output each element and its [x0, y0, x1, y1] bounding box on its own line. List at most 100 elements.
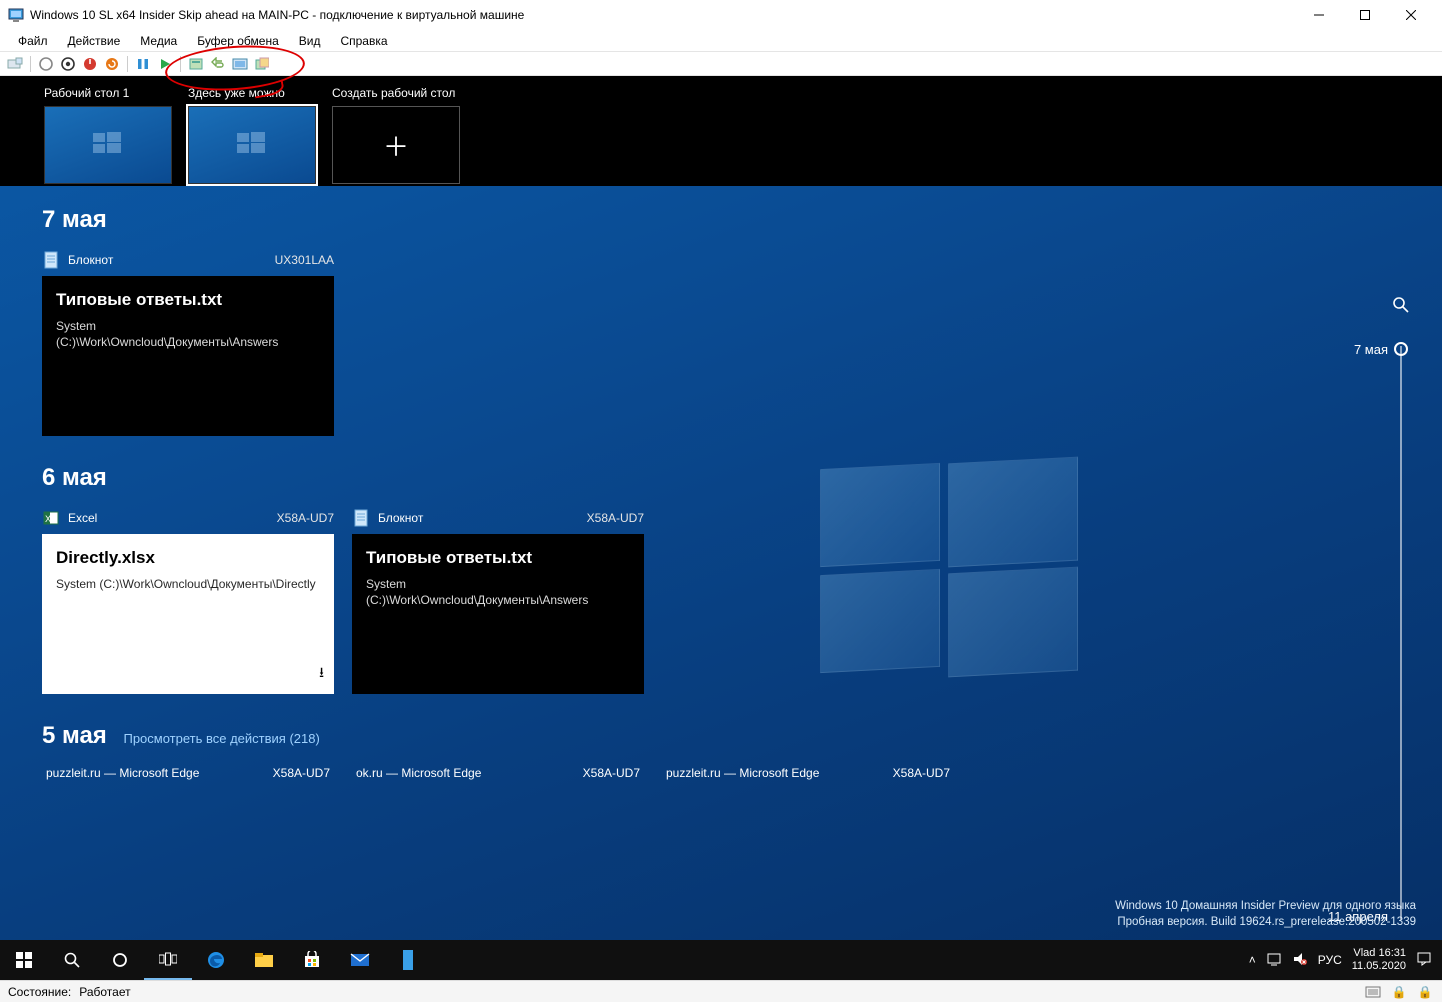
guest-display: Рабочий стол 1 Здесь уже можно Создать р…: [0, 76, 1442, 980]
activity-app: Excel: [68, 511, 269, 525]
svg-text:X: X: [45, 514, 51, 524]
task-view-button[interactable]: [144, 940, 192, 980]
close-button[interactable]: [1388, 0, 1434, 30]
activity-small[interactable]: ok.ru — Microsoft Edge X58A-UD7: [352, 764, 644, 782]
app-icon[interactable]: [384, 940, 432, 980]
menu-action[interactable]: Действие: [58, 32, 131, 50]
activity-small-pc: X58A-UD7: [583, 766, 640, 780]
host-titlebar: Windows 10 SL x64 Insider Skip ahead на …: [0, 0, 1442, 30]
activity-path: System (C:)\Work\Owncloud\Документы\Answ…: [56, 318, 320, 350]
tray-clock[interactable]: Vlad 16:31 11.05.2020: [1352, 947, 1406, 972]
tray-volume-icon[interactable]: [1292, 952, 1308, 969]
tray-language[interactable]: РУС: [1318, 953, 1342, 967]
status-lock-icon: 🔒: [1390, 984, 1408, 1000]
activity-title: Типовые ответы.txt: [366, 548, 630, 568]
activity-card[interactable]: X Excel X58A-UD7 Directly.xlsx System (C…: [42, 506, 334, 694]
plus-icon: ＋: [383, 127, 409, 164]
start-icon[interactable]: [156, 55, 174, 73]
activity-pc: UX301LAA: [275, 253, 334, 267]
virtual-desktop-1[interactable]: Рабочий стол 1: [44, 86, 172, 184]
store-icon[interactable]: [288, 940, 336, 980]
timeline-more-date: 5 мая: [42, 722, 107, 749]
activity-small-name: ok.ru — Microsoft Edge: [356, 766, 575, 780]
new-desktop-button[interactable]: Создать рабочий стол ＋: [332, 86, 460, 184]
menu-media[interactable]: Медиа: [130, 32, 187, 50]
download-icon[interactable]: ⭳: [319, 662, 324, 686]
excel-icon: X: [42, 509, 60, 527]
revert-icon[interactable]: [209, 55, 227, 73]
vm-icon: [8, 7, 24, 23]
activity-small-name: puzzleit.ru — Microsoft Edge: [46, 766, 265, 780]
desktop-label: Рабочий стол 1: [44, 86, 172, 100]
taskbar: ˄ РУС Vlad 16:31 11.05.2020: [0, 940, 1442, 980]
menu-clipboard[interactable]: Буфер обмена: [187, 32, 289, 50]
activity-small[interactable]: puzzleit.ru — Microsoft Edge X58A-UD7: [42, 764, 334, 782]
timeline-heading: 5 мая Просмотреть все действия (218): [42, 722, 1282, 750]
host-statusbar: Состояние: Работает 🔒 🔒: [0, 980, 1442, 1002]
see-all-activities-link[interactable]: Просмотреть все действия (218): [123, 731, 319, 746]
action-center-icon[interactable]: [1416, 951, 1432, 970]
maximize-button[interactable]: [1342, 0, 1388, 30]
system-tray: ˄ РУС Vlad 16:31 11.05.2020: [1239, 947, 1442, 972]
host-window-title: Windows 10 SL x64 Insider Skip ahead на …: [30, 8, 1296, 22]
activity-app: Блокнот: [378, 511, 579, 525]
tray-network-icon[interactable]: [1266, 952, 1282, 969]
clock-time: Vlad 16:31: [1352, 947, 1406, 960]
desktop-label: Здесь уже можно: [188, 86, 316, 100]
start-button[interactable]: [0, 940, 48, 980]
file-explorer-icon[interactable]: [240, 940, 288, 980]
timeline-heading: 7 мая: [42, 206, 1282, 234]
host-toolbar: [0, 52, 1442, 76]
host-menubar: Файл Действие Медиа Буфер обмена Вид Спр…: [0, 30, 1442, 52]
activity-title: Типовые ответы.txt: [56, 290, 320, 310]
search-button[interactable]: [48, 940, 96, 980]
scrubber-top-label: 7 мая: [1354, 342, 1388, 357]
search-icon[interactable]: [1382, 286, 1420, 324]
edge-icon[interactable]: [192, 940, 240, 980]
status-lock2-icon: 🔒: [1416, 984, 1434, 1000]
reset-icon[interactable]: [103, 55, 121, 73]
activity-small[interactable]: puzzleit.ru — Microsoft Edge X58A-UD7: [662, 764, 954, 782]
new-desktop-label: Создать рабочий стол: [332, 86, 460, 100]
virtual-desktops-strip: Рабочий стол 1 Здесь уже можно Создать р…: [0, 76, 1442, 186]
watermark-line2: Пробная версия. Build 19624.rs_prereleas…: [1115, 914, 1416, 930]
start-grey-icon[interactable]: [37, 55, 55, 73]
activity-title: Directly.xlsx: [56, 548, 320, 568]
activity-small-name: puzzleit.ru — Microsoft Edge: [666, 766, 885, 780]
menu-view[interactable]: Вид: [289, 32, 331, 50]
clock-date: 11.05.2020: [1352, 960, 1406, 973]
menu-file[interactable]: Файл: [8, 32, 58, 50]
activity-pc: X58A-UD7: [587, 511, 644, 525]
notepad-icon: [42, 251, 60, 269]
timeline-heading: 6 мая: [42, 464, 1282, 492]
tray-chevron-icon[interactable]: ˄: [1249, 953, 1256, 967]
activity-pc: X58A-UD7: [277, 511, 334, 525]
notepad-icon: [352, 509, 370, 527]
activity-path: System (C:)\Work\Owncloud\Документы\Answ…: [366, 576, 630, 608]
scrubber-handle[interactable]: [1394, 342, 1408, 356]
timeline: 7 мая Блокнот UX301LAA Типовые ответы.tx…: [42, 206, 1282, 940]
pause-icon[interactable]: [134, 55, 152, 73]
share-icon[interactable]: [253, 55, 271, 73]
checkpoint-icon[interactable]: [187, 55, 205, 73]
activity-card[interactable]: Блокнот X58A-UD7 Типовые ответы.txt Syst…: [352, 506, 644, 694]
watermark-line1: Windows 10 Домашняя Insider Preview для …: [1115, 898, 1416, 914]
status-nic-icon: [1364, 984, 1382, 1000]
turnoff-icon[interactable]: [59, 55, 77, 73]
activity-small-pc: X58A-UD7: [273, 766, 330, 780]
activity-small-pc: X58A-UD7: [893, 766, 950, 780]
shutdown-icon[interactable]: [81, 55, 99, 73]
status-label: Состояние:: [8, 985, 71, 999]
menu-help[interactable]: Справка: [330, 32, 397, 50]
status-value: Работает: [79, 985, 130, 999]
enhanced-session-icon[interactable]: [231, 55, 249, 73]
activity-card[interactable]: Блокнот UX301LAA Типовые ответы.txt Syst…: [42, 248, 334, 436]
activity-app: Блокнот: [68, 253, 267, 267]
timeline-scrubber[interactable]: 7 мая 11 апреля: [1292, 286, 1412, 920]
virtual-desktop-2[interactable]: Здесь уже можно: [188, 86, 316, 184]
cortana-button[interactable]: [96, 940, 144, 980]
mail-icon[interactable]: [336, 940, 384, 980]
ctrl-alt-del-icon[interactable]: [6, 55, 24, 73]
activity-path: System (C:)\Work\Owncloud\Документы\Dire…: [56, 576, 320, 592]
minimize-button[interactable]: [1296, 0, 1342, 30]
